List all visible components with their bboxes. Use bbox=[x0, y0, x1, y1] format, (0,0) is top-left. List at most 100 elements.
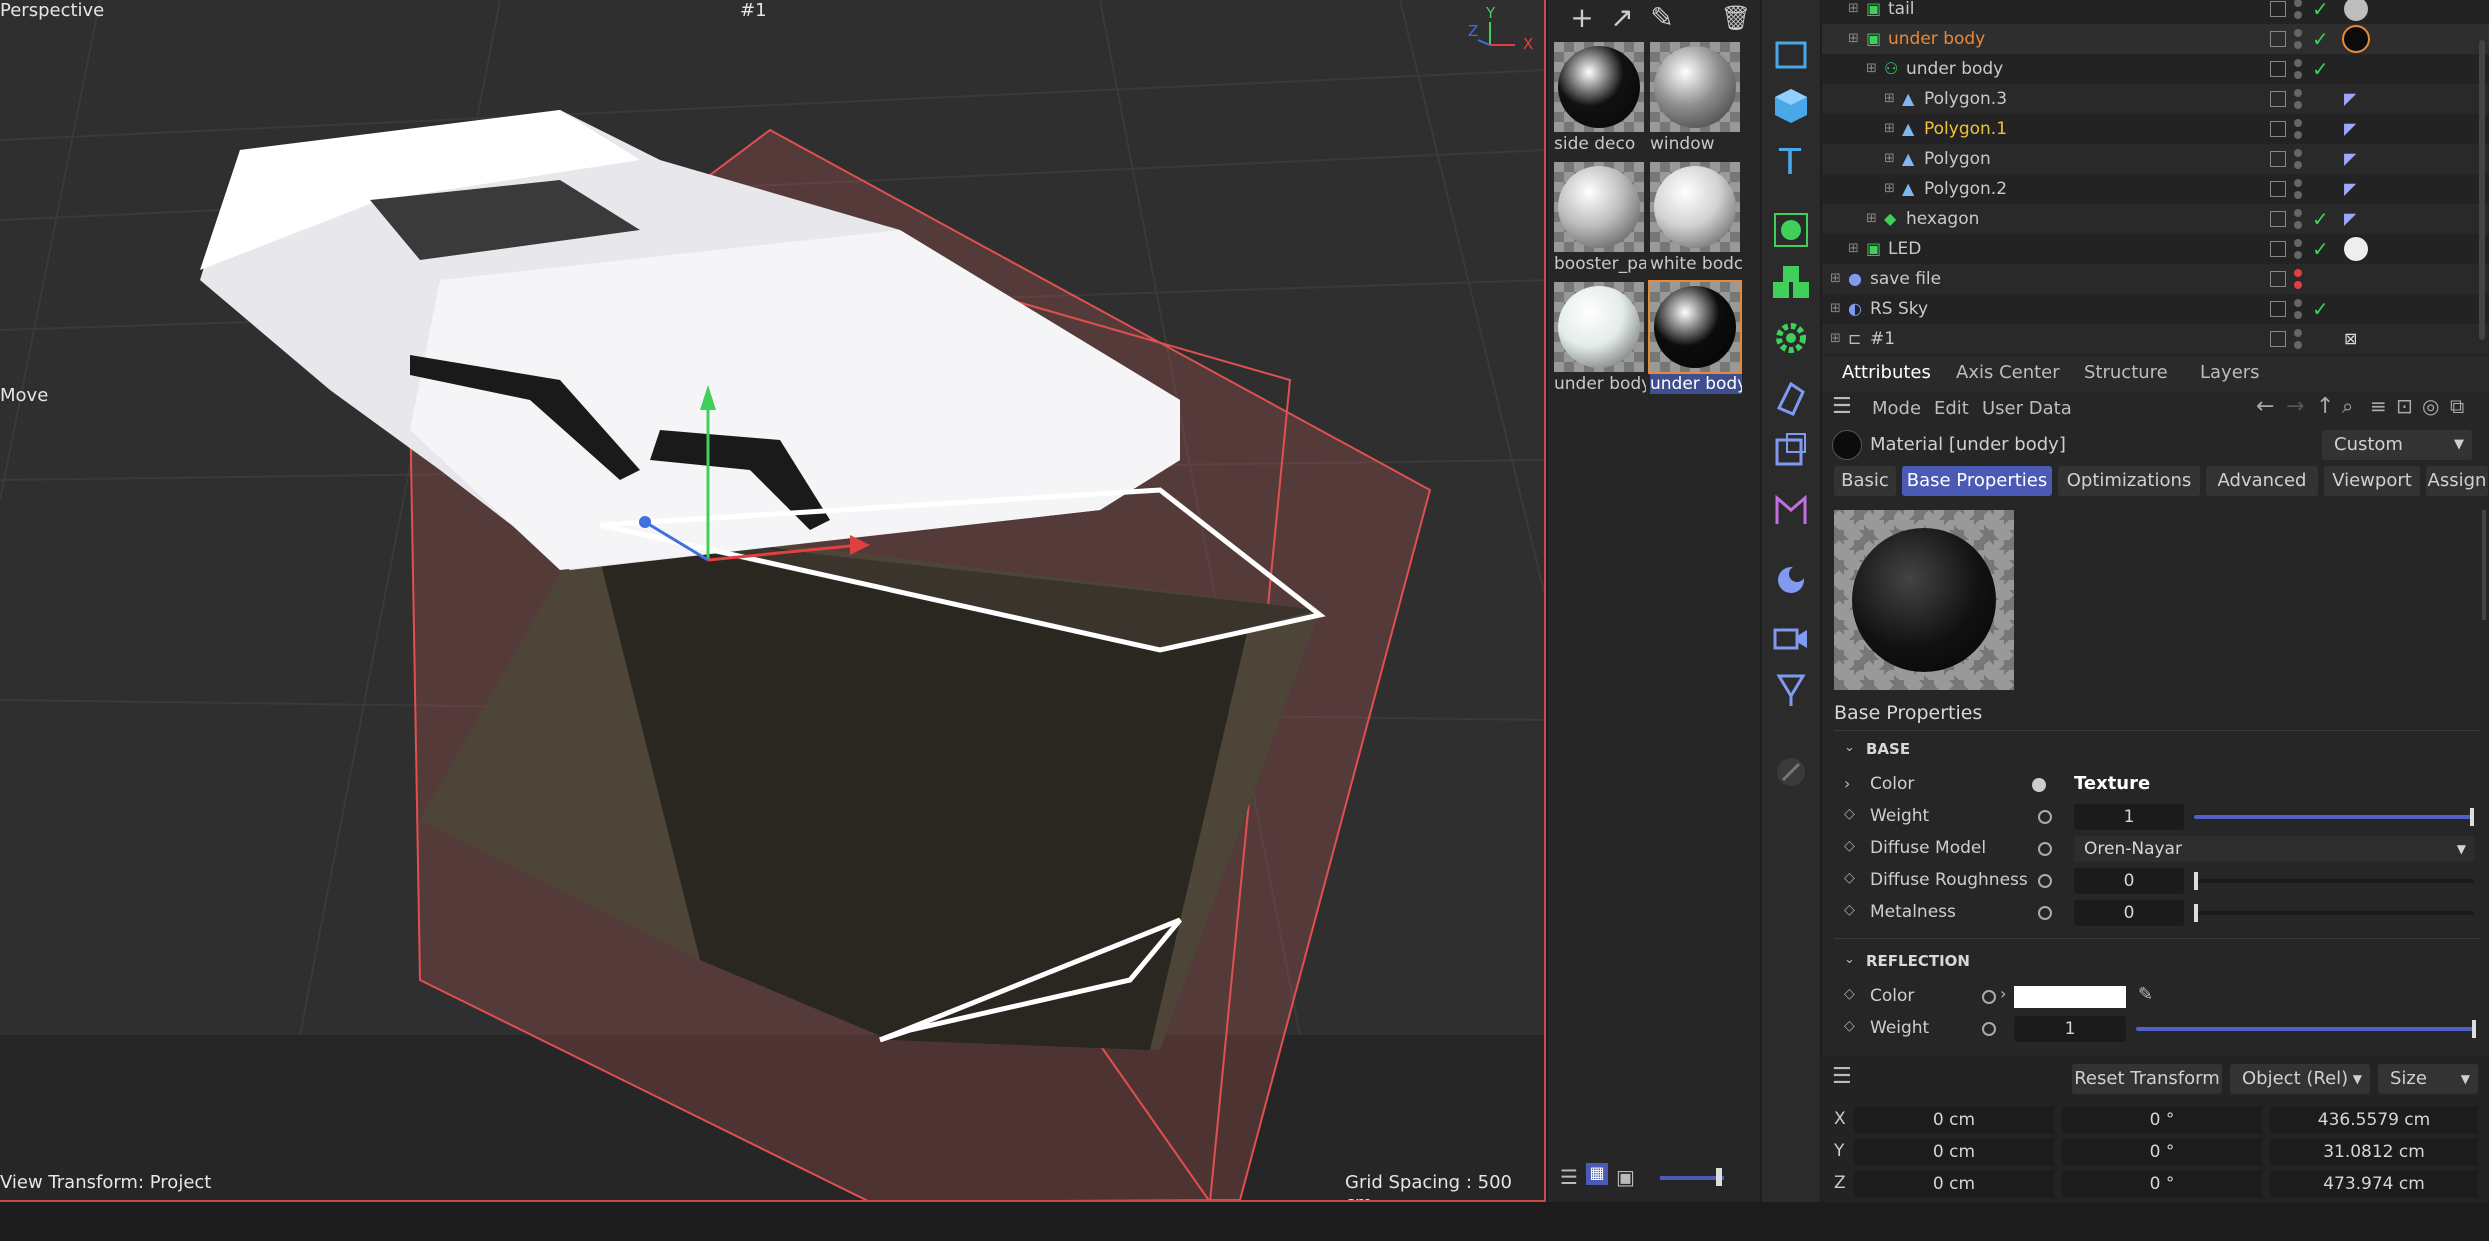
collapse-reflection-icon[interactable]: ⌄ bbox=[1844, 952, 1855, 967]
layer-icon[interactable] bbox=[2270, 271, 2286, 287]
render-visibility-dot[interactable] bbox=[2294, 281, 2302, 289]
metalness-handle[interactable] bbox=[2194, 904, 2198, 922]
object-row[interactable]: ⊞ ◐ RS Sky ✓ bbox=[1822, 294, 2489, 324]
animate-circle-icon[interactable] bbox=[2038, 842, 2052, 856]
rotation-field[interactable]: 0 ° bbox=[2062, 1138, 2262, 1166]
material-item[interactable]: side deco bbox=[1554, 42, 1646, 158]
selection-tag-icon[interactable]: ◤ bbox=[2344, 174, 2356, 204]
keyframe-diamond-icon[interactable]: ◇ bbox=[1844, 806, 1855, 822]
object-name[interactable]: Polygon bbox=[1924, 144, 1991, 174]
material-name[interactable]: under body bbox=[1554, 374, 1646, 394]
menu-edit[interactable]: Edit bbox=[1934, 398, 1969, 419]
editor-visibility-dot[interactable] bbox=[2294, 209, 2302, 217]
size-field[interactable]: 436.5579 cm bbox=[2270, 1106, 2478, 1134]
material-swatch[interactable] bbox=[1650, 162, 1740, 252]
subtab-optimizations[interactable]: Optimizations bbox=[2058, 466, 2200, 496]
object-row[interactable]: ⊞ ▣ tail ✓ bbox=[1822, 0, 2489, 24]
metalness-slider[interactable] bbox=[2194, 911, 2474, 915]
position-field[interactable]: 0 cm bbox=[1854, 1138, 2054, 1166]
expand-icon[interactable]: ⊞ bbox=[1848, 234, 1859, 264]
object-name[interactable]: under body bbox=[1906, 54, 2003, 84]
tab-structure[interactable]: Structure bbox=[2084, 362, 2168, 383]
expand-icon[interactable]: ⊞ bbox=[1830, 294, 1841, 324]
enabled-check-icon[interactable]: ✓ bbox=[2312, 234, 2329, 264]
material-tag-icon[interactable] bbox=[2342, 25, 2370, 53]
eyedropper-icon[interactable]: ✎ bbox=[2138, 984, 2153, 1005]
editor-visibility-dot[interactable] bbox=[2294, 239, 2302, 247]
render-visibility-dot[interactable] bbox=[2294, 101, 2302, 109]
position-field[interactable]: 0 cm bbox=[1854, 1106, 2054, 1134]
enabled-check-icon[interactable]: ✓ bbox=[2312, 204, 2329, 234]
material-item[interactable]: booster_pa bbox=[1554, 162, 1646, 278]
reflection-weight-slider[interactable] bbox=[2136, 1027, 2476, 1031]
enabled-check-icon[interactable]: ✓ bbox=[2312, 0, 2329, 24]
sketch-icon[interactable] bbox=[1771, 752, 1811, 792]
material-name[interactable]: white bodc bbox=[1650, 254, 1742, 274]
expand-icon[interactable]: ⊞ bbox=[1884, 114, 1895, 144]
selection-tag-icon[interactable]: ◤ bbox=[2344, 114, 2356, 144]
selection-tag-icon[interactable]: ◤ bbox=[2344, 204, 2356, 234]
animate-circle-icon[interactable] bbox=[2038, 906, 2052, 920]
object-row[interactable]: ⊞ ▣ under body ✓ bbox=[1822, 24, 2489, 54]
color-texture-value[interactable]: Texture bbox=[2074, 773, 2150, 794]
field-icon[interactable] bbox=[1771, 430, 1811, 470]
menu-user-data[interactable]: User Data bbox=[1982, 398, 2072, 419]
render-visibility-dot[interactable] bbox=[2294, 41, 2302, 49]
size-field[interactable]: 31.0812 cm bbox=[2270, 1138, 2478, 1166]
expand-icon[interactable]: ⊞ bbox=[1884, 84, 1895, 114]
list-view-icon[interactable]: ☰ bbox=[1560, 1165, 1578, 1189]
enabled-check-icon[interactable]: ✓ bbox=[2312, 24, 2329, 54]
animate-circle-icon[interactable] bbox=[2038, 874, 2052, 888]
layer-icon[interactable] bbox=[2270, 31, 2286, 47]
render-visibility-dot[interactable] bbox=[2294, 11, 2302, 19]
editor-visibility-dot[interactable] bbox=[2294, 329, 2302, 337]
object-name[interactable]: Polygon.3 bbox=[1924, 84, 2007, 114]
object-row[interactable]: ⊞ ▲ Polygon.2 ◤ bbox=[1822, 174, 2489, 204]
layer-icon[interactable] bbox=[2270, 61, 2286, 77]
object-row[interactable]: ⊞ ⊏ #1 ⊠ bbox=[1822, 324, 2489, 354]
menu-mode[interactable]: Mode bbox=[1872, 398, 1921, 419]
material-tag-icon[interactable] bbox=[2344, 237, 2368, 261]
object-row[interactable]: ⊞ ▲ Polygon ◤ bbox=[1822, 144, 2489, 174]
expand-color-icon[interactable]: › bbox=[2000, 984, 2006, 1003]
enabled-check-icon[interactable]: ✓ bbox=[2312, 294, 2329, 324]
expand-icon[interactable]: ⊞ bbox=[1866, 204, 1877, 234]
selection-tag-icon[interactable]: ◤ bbox=[2344, 84, 2356, 114]
reset-transform-button[interactable]: Reset Transform bbox=[2072, 1064, 2222, 1094]
editor-visibility-dot[interactable] bbox=[2294, 149, 2302, 157]
material-name[interactable]: under body bbox=[1650, 374, 1742, 394]
texture-link-icon[interactable] bbox=[2032, 778, 2046, 792]
material-item[interactable]: white bodc bbox=[1650, 162, 1742, 278]
editor-visibility-dot[interactable] bbox=[2294, 179, 2302, 187]
animate-circle-icon[interactable] bbox=[1982, 1022, 1996, 1036]
subtab-assign[interactable]: Assign bbox=[2426, 466, 2488, 496]
subtab-base-properties[interactable]: Base Properties bbox=[1902, 466, 2052, 496]
expand-icon[interactable]: ⊞ bbox=[1884, 174, 1895, 204]
material-item[interactable]: under body bbox=[1648, 280, 1742, 398]
new-window-icon[interactable]: ⧉ bbox=[2450, 394, 2464, 418]
subtab-advanced[interactable]: Advanced bbox=[2206, 466, 2318, 496]
3d-viewport[interactable]: Perspective #1 Move View Transform: Proj… bbox=[0, 0, 1546, 1202]
expand-icon[interactable]: ⊞ bbox=[1830, 264, 1841, 294]
weight-slider-handle[interactable] bbox=[2470, 808, 2474, 826]
editor-visibility-dot[interactable] bbox=[2294, 269, 2302, 277]
object-row[interactable]: ⊞ ▲ Polygon.3 ◤ bbox=[1822, 84, 2489, 114]
expand-color-icon[interactable]: › bbox=[1844, 774, 1850, 793]
keyframe-diamond-icon[interactable]: ◇ bbox=[1844, 986, 1855, 1002]
material-tag-icon[interactable] bbox=[2344, 0, 2368, 21]
diffuse-roughness-handle[interactable] bbox=[2194, 872, 2198, 890]
tab-axis-center[interactable]: Axis Center bbox=[1956, 362, 2060, 383]
forward-arrow-icon[interactable]: → bbox=[2286, 394, 2304, 419]
object-name[interactable]: #1 bbox=[1870, 324, 1895, 354]
rotation-field[interactable]: 0 ° bbox=[2062, 1106, 2262, 1134]
generator-icon[interactable] bbox=[1771, 210, 1811, 250]
object-name[interactable]: LED bbox=[1888, 234, 1921, 264]
subtab-basic[interactable]: Basic bbox=[1834, 466, 1896, 496]
target-tag-icon[interactable]: ⊠ bbox=[2344, 324, 2357, 354]
add-material-icon[interactable]: + bbox=[1562, 0, 1602, 36]
keyframe-diamond-icon[interactable]: ◇ bbox=[1844, 902, 1855, 918]
target-icon[interactable]: ◎ bbox=[2422, 394, 2439, 418]
reflection-color-swatch[interactable] bbox=[2014, 986, 2126, 1008]
render-visibility-dot[interactable] bbox=[2294, 131, 2302, 139]
camera-icon[interactable] bbox=[1771, 618, 1811, 658]
